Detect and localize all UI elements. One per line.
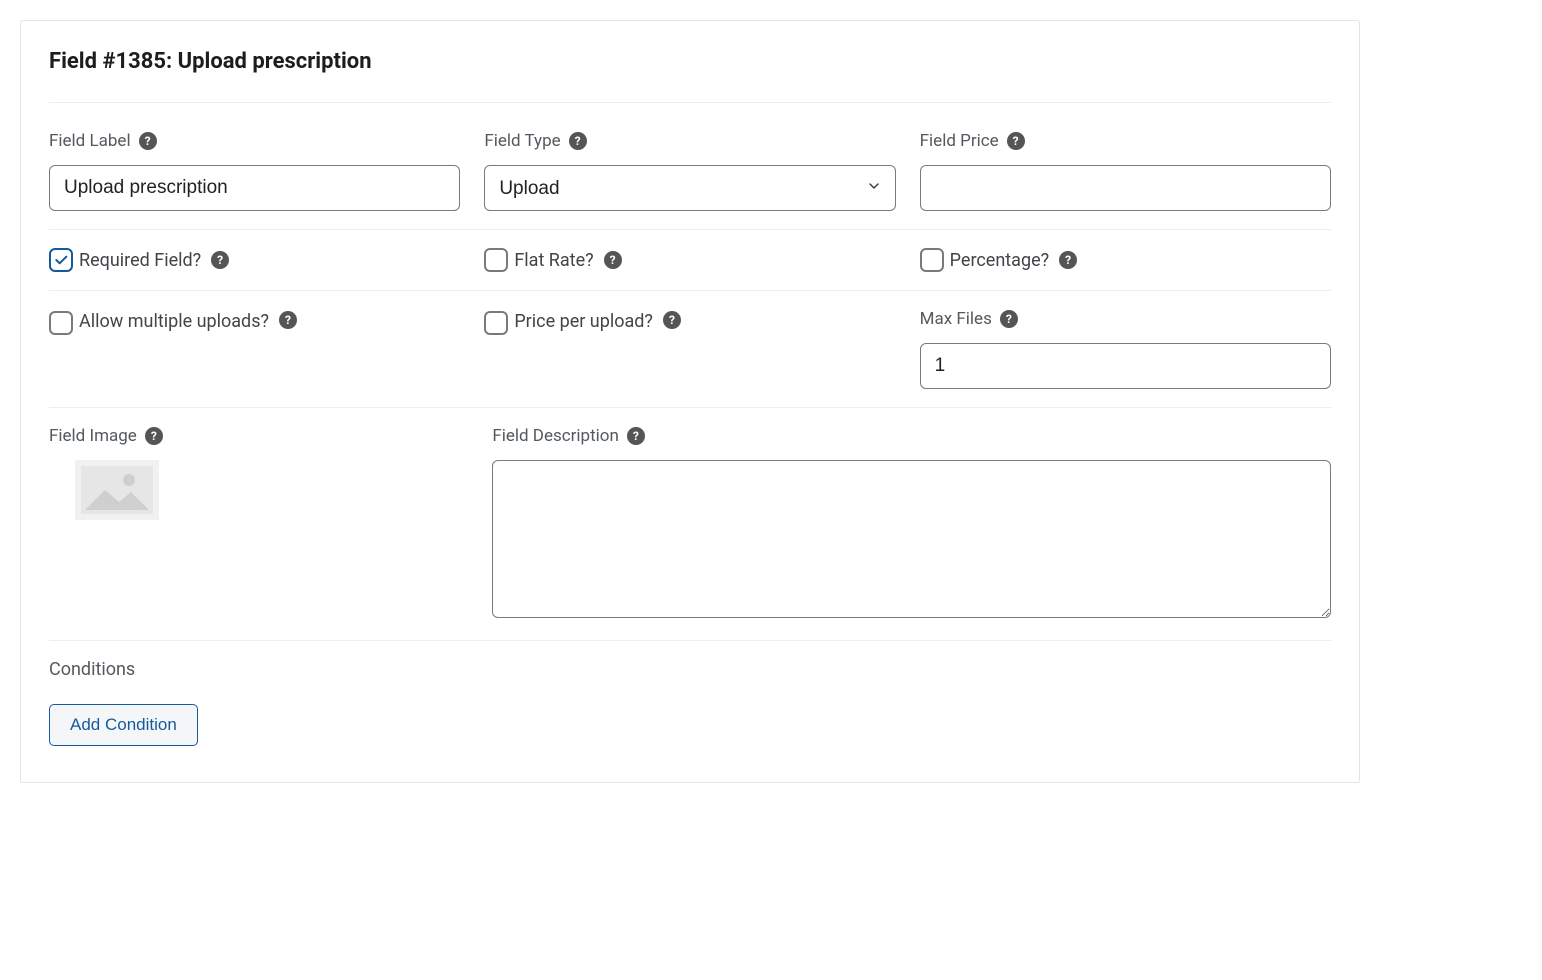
field-label-label: Field Label ? — [49, 131, 460, 151]
max-files-text: Max Files — [920, 309, 992, 329]
help-icon[interactable]: ? — [1000, 310, 1018, 328]
image-placeholder-icon[interactable] — [75, 460, 159, 520]
required-field-checkbox-group: Required Field? ? — [49, 248, 460, 272]
field-settings-panel: Field #1385: Upload prescription Field L… — [20, 20, 1360, 783]
field-image-label: Field Image ? — [49, 426, 468, 446]
field-price-label: Field Price ? — [920, 131, 1331, 151]
help-icon[interactable]: ? — [1007, 132, 1025, 150]
help-icon[interactable]: ? — [279, 311, 297, 329]
field-description-label: Field Description ? — [492, 426, 1331, 446]
help-icon[interactable]: ? — [627, 427, 645, 445]
row-image-description: Field Image ? Field Description ? — [49, 426, 1331, 641]
field-image-text: Field Image — [49, 426, 137, 446]
help-icon[interactable]: ? — [604, 251, 622, 269]
field-price-text: Field Price — [920, 131, 999, 151]
field-description-group: Field Description ? — [492, 426, 1331, 622]
field-label-group: Field Label ? — [49, 131, 460, 211]
required-field-label: Required Field? — [79, 250, 201, 271]
max-files-group: Max Files ? — [920, 309, 1331, 389]
field-price-input[interactable] — [920, 165, 1331, 211]
flat-rate-checkbox-group: Flat Rate? ? — [484, 248, 895, 272]
percentage-label: Percentage? — [950, 250, 1049, 271]
flat-rate-checkbox[interactable] — [484, 248, 508, 272]
field-price-group: Field Price ? — [920, 131, 1331, 211]
conditions-section: Conditions Add Condition — [49, 659, 1331, 746]
help-icon[interactable]: ? — [1059, 251, 1077, 269]
field-description-text: Field Description — [492, 426, 619, 446]
price-per-upload-checkbox[interactable] — [484, 311, 508, 335]
max-files-input[interactable] — [920, 343, 1331, 389]
field-type-select[interactable]: Upload — [484, 165, 895, 211]
price-per-upload-label: Price per upload? — [514, 311, 653, 332]
row-upload-options: Allow multiple uploads? ? Price per uplo… — [49, 309, 1331, 408]
help-icon[interactable]: ? — [145, 427, 163, 445]
field-image-group: Field Image ? — [49, 426, 468, 622]
flat-rate-label: Flat Rate? — [514, 250, 593, 271]
add-condition-button[interactable]: Add Condition — [49, 704, 198, 746]
row-flags: Required Field? ? Flat Rate? ? Percentag… — [49, 248, 1331, 291]
multiple-uploads-checkbox[interactable] — [49, 311, 73, 335]
field-type-label: Field Type ? — [484, 131, 895, 151]
percentage-checkbox[interactable] — [920, 248, 944, 272]
help-icon[interactable]: ? — [139, 132, 157, 150]
field-description-textarea[interactable] — [492, 460, 1331, 618]
multiple-uploads-label: Allow multiple uploads? — [79, 311, 269, 332]
field-type-group: Field Type ? Upload — [484, 131, 895, 211]
price-per-upload-checkbox-group: Price per upload? ? — [484, 309, 895, 389]
multiple-uploads-checkbox-group: Allow multiple uploads? ? — [49, 309, 460, 389]
help-icon[interactable]: ? — [569, 132, 587, 150]
percentage-checkbox-group: Percentage? ? — [920, 248, 1331, 272]
required-field-checkbox[interactable] — [49, 248, 73, 272]
max-files-label: Max Files ? — [920, 309, 1331, 329]
help-icon[interactable]: ? — [663, 311, 681, 329]
conditions-label: Conditions — [49, 659, 1331, 680]
field-label-input[interactable] — [49, 165, 460, 211]
panel-title: Field #1385: Upload prescription — [49, 49, 1331, 103]
field-type-select-wrap: Upload — [484, 165, 895, 211]
row-basics: Field Label ? Field Type ? Upload Field … — [49, 131, 1331, 230]
field-label-text: Field Label — [49, 131, 131, 151]
help-icon[interactable]: ? — [211, 251, 229, 269]
field-type-text: Field Type — [484, 131, 560, 151]
